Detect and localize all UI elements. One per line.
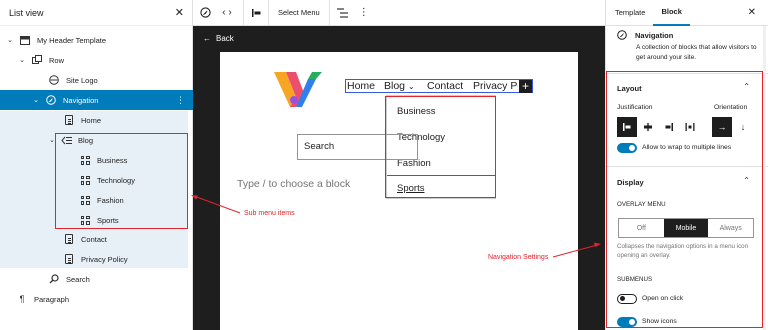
navigation-settings-annotation: Navigation Settings — [488, 254, 549, 261]
chevron-down-icon[interactable]: ⌄ — [5, 36, 15, 44]
page-icon — [63, 115, 75, 125]
block-card-title: Navigation — [617, 30, 673, 40]
list-item-label: Navigation — [63, 95, 99, 105]
more-options-icon[interactable]: ⋮ — [176, 95, 185, 106]
chevron-down-icon[interactable]: ⌄ — [31, 96, 41, 104]
list-item-label: Paragraph — [34, 294, 70, 304]
more-options-icon[interactable]: ⋮ — [356, 0, 372, 26]
list-item-header-template[interactable]: ⌄ My Header Template — [0, 30, 193, 50]
list-item-label: Privacy Policy — [81, 254, 128, 264]
site-logo-image — [274, 72, 322, 107]
nav-item-blog[interactable]: Blog — [384, 80, 405, 92]
list-item-contact[interactable]: Contact — [0, 229, 193, 249]
site-logo[interactable] — [272, 69, 324, 109]
list-item-label: Contact — [81, 234, 107, 244]
list-item-label: My Header Template — [37, 35, 107, 45]
list-item-site-logo[interactable]: Site Logo — [0, 70, 193, 90]
search-icon — [48, 274, 60, 284]
nav-item-privacy-policy[interactable]: Privacy Po — [473, 80, 518, 92]
paragraph-icon: ¶ — [19, 294, 25, 304]
close-icon[interactable]: ✕ — [748, 7, 756, 18]
list-item-label: Search — [66, 274, 90, 284]
back-button[interactable]: ← Back — [203, 34, 234, 43]
add-block-button[interactable]: + — [519, 80, 532, 93]
list-item-paragraph[interactable]: ¶ Paragraph — [0, 289, 193, 309]
back-label: Back — [216, 34, 234, 43]
block-toolbar: ‹ › Select Menu ⋮ — [193, 0, 605, 26]
chevron-down-icon[interactable]: ⌄ — [408, 82, 415, 91]
row-icon — [31, 55, 43, 65]
list-item-label: Home — [81, 115, 102, 125]
page-icon — [63, 234, 75, 244]
arrow-left-icon: ← — [203, 34, 211, 43]
select-menu-button[interactable]: Select Menu — [269, 0, 329, 26]
block-appender-placeholder[interactable]: Type / to choose a block — [237, 178, 350, 190]
settings-tabs: Template Block ✕ — [606, 0, 768, 26]
block-description: A collection of blocks that allow visito… — [636, 44, 757, 61]
block-name: Navigation — [635, 30, 674, 40]
justify-left-icon[interactable] — [244, 0, 268, 26]
submenu-items-highlight-box — [55, 133, 188, 229]
tab-template[interactable]: Template — [606, 0, 653, 26]
list-item-label: Row — [49, 55, 65, 65]
page-icon — [63, 254, 75, 264]
close-icon[interactable]: ✕ — [175, 6, 184, 19]
list-item-privacy-policy[interactable]: Privacy Policy — [0, 249, 193, 269]
nav-item-contact[interactable]: Contact — [427, 80, 463, 92]
template-part-icon — [19, 35, 31, 45]
tab-block[interactable]: Block — [653, 0, 690, 26]
list-view-header: List view ✕ — [0, 0, 192, 26]
list-item-home[interactable]: Home — [0, 110, 193, 130]
navigation-settings-highlight-box — [606, 71, 763, 328]
chevron-down-icon[interactable]: ⌄ — [17, 56, 27, 64]
nav-item-home[interactable]: Home — [347, 80, 375, 92]
list-view-title: List view — [9, 7, 44, 18]
canvas-submenu-highlight-box — [385, 96, 496, 198]
navigation-icon — [45, 95, 57, 105]
move-arrows-icon[interactable]: ‹ › — [217, 0, 237, 26]
settings-scrollbar[interactable] — [763, 26, 766, 330]
navigation-icon — [617, 30, 627, 40]
submenu-settings-icon[interactable] — [330, 0, 356, 26]
list-item-search[interactable]: Search — [0, 269, 193, 289]
submenu-items-annotation: Sub menu items — [244, 210, 295, 217]
list-item-label: Site Logo — [66, 75, 98, 85]
list-item-navigation[interactable]: ⌄ Navigation ⋮ — [0, 90, 193, 110]
list-item-row[interactable]: ⌄ Row — [0, 50, 193, 70]
navigation-block-icon[interactable] — [193, 0, 217, 26]
site-logo-icon — [48, 75, 60, 85]
